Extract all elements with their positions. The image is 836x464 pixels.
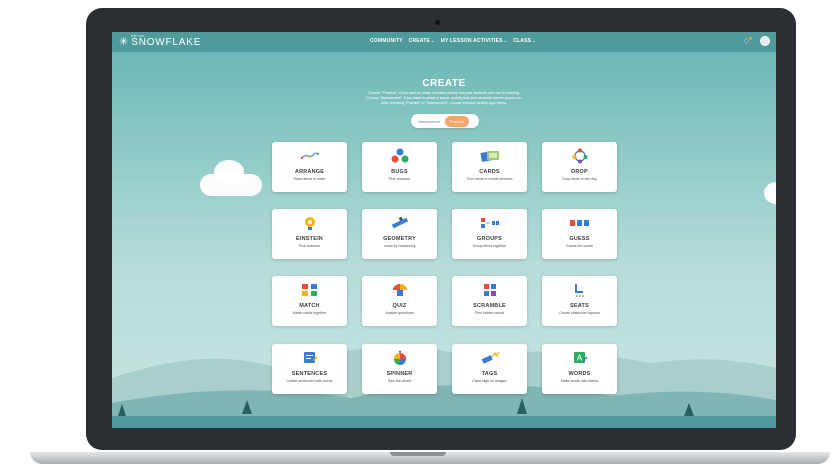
nav-my-lesson-activities[interactable]: MY LESSON ACTIVITIES⌄ — [441, 38, 508, 44]
nav-class[interactable]: CLASS⌄ — [513, 38, 536, 44]
page-description: Choose "Practice", if you want to create… — [366, 91, 522, 105]
activity-card-seats[interactable]: SEATS Create classroom layouts — [542, 276, 617, 326]
spinner-icon — [362, 350, 437, 366]
cards-icon — [452, 148, 527, 164]
svg-text:A: A — [576, 354, 582, 363]
page-title: CREATE — [422, 78, 466, 89]
groups-icon — [452, 215, 527, 231]
guess-icon — [542, 215, 617, 231]
activity-card-guess[interactable]: GUESS Guess the words — [542, 209, 617, 259]
cloud-left-puff — [214, 160, 244, 184]
sentences-icon — [272, 350, 347, 366]
einstein-icon — [272, 215, 347, 231]
words-icon: A — [542, 350, 617, 366]
nav-create[interactable]: CREATE⌄ — [409, 38, 435, 44]
match-icon — [272, 282, 347, 298]
mountain-background — [112, 346, 776, 428]
drop-icon — [542, 148, 617, 164]
tags-icon — [452, 350, 527, 366]
seats-icon — [542, 282, 617, 298]
activity-card-match[interactable]: MATCH Match cards together — [272, 276, 347, 326]
arrange-icon — [272, 148, 347, 164]
snowflake-icon: ✳ — [119, 36, 129, 48]
webcam — [435, 20, 440, 25]
activity-card-bugs[interactable]: BUGS Pick answers — [362, 142, 437, 192]
toggle-practice[interactable]: Practice — [444, 115, 470, 127]
activity-card-sentences[interactable]: SENTENCES Create sentences with words — [272, 344, 347, 394]
activity-card-cards[interactable]: CARDS Turn cards to reveal answers — [452, 142, 527, 192]
laptop-notch — [390, 452, 446, 456]
quiz-icon — [362, 282, 437, 298]
activity-card-quiz[interactable]: QUIZ Answer questions — [362, 276, 437, 326]
nav-community[interactable]: COMMUNITY — [370, 38, 403, 44]
chevron-down-icon: ⌄ — [503, 38, 508, 43]
brand-name: SNOWFLAKE — [131, 37, 202, 48]
top-navbar: ✳ BRITES SNOWFLAKE COMMUNITY CREATE⌄ MY … — [112, 32, 776, 52]
chevron-down-icon: ⌄ — [532, 38, 536, 43]
nav-right: ♢ — [743, 36, 770, 46]
activity-card-einstein[interactable]: EINSTEIN Pick answers — [272, 209, 347, 259]
chevron-down-icon: ⌄ — [431, 38, 435, 43]
activity-card-arrange[interactable]: ARRANGE Place items in order — [272, 142, 347, 192]
ruler-icon — [362, 215, 437, 231]
mode-toggle: Assessment Practice — [411, 114, 479, 128]
activity-card-geometry[interactable]: GEOMETRY Learn by measuring — [362, 209, 437, 259]
activity-card-scramble[interactable]: SCRAMBLE Find hidden words — [452, 276, 527, 326]
bugs-icon — [362, 148, 437, 164]
cloud-right — [764, 182, 776, 204]
user-avatar[interactable] — [760, 36, 770, 46]
app-screen: ✳ BRITES SNOWFLAKE COMMUNITY CREATE⌄ MY … — [112, 32, 776, 428]
scramble-icon — [452, 282, 527, 298]
toggle-assessment[interactable]: Assessment — [413, 116, 445, 127]
activity-card-groups[interactable]: GROUPS Group items together — [452, 209, 527, 259]
activity-card-tags[interactable]: TAGS Place tags on images — [452, 344, 527, 394]
activity-card-spinner[interactable]: SPINNER Spin the wheel — [362, 344, 437, 394]
brand-logo[interactable]: ✳ BRITES SNOWFLAKE — [119, 35, 202, 49]
main-nav: COMMUNITY CREATE⌄ MY LESSON ACTIVITIES⌄ … — [370, 38, 536, 44]
activity-card-words[interactable]: A WORDS Make words with letters — [542, 344, 617, 394]
notification-dot — [749, 36, 752, 40]
notification-bell-icon[interactable]: ♢ — [743, 36, 752, 46]
activity-card-drop[interactable]: DROP Drop items in the ring — [542, 142, 617, 192]
